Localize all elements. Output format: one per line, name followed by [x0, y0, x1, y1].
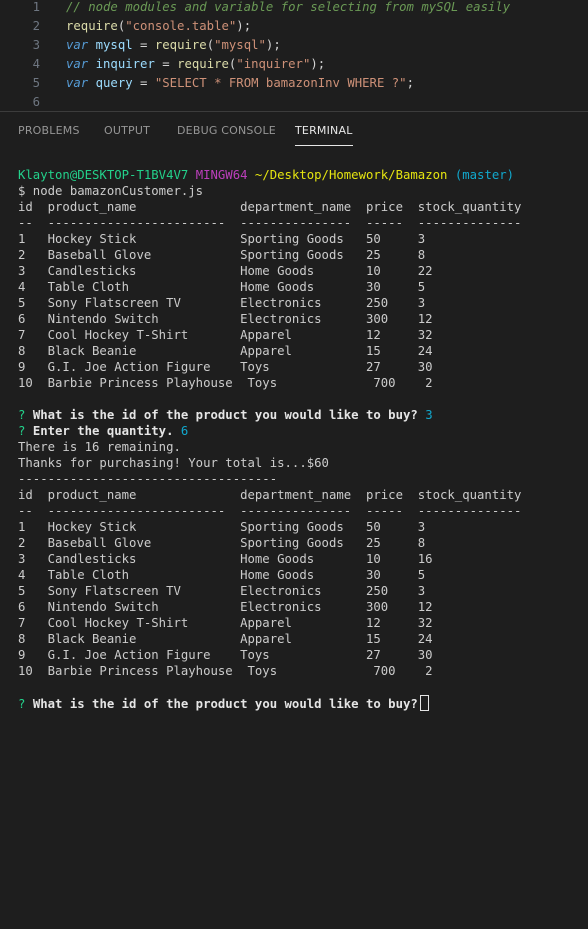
question-text: Enter the quantity.: [32, 424, 174, 438]
prompt-shell: MINGW64: [195, 168, 248, 182]
code-editor[interactable]: 1 // node modules and variable for select…: [0, 0, 588, 111]
table-row: 3 Candlesticks Home Goods 10 16: [18, 552, 433, 566]
question-id-active[interactable]: ? What is the id of the product you woul…: [18, 695, 588, 711]
code-line[interactable]: 2 require("console.table");: [0, 17, 588, 36]
table-row: 8 Black Beanie Apparel 15 24: [18, 344, 433, 358]
code-token: // node modules and variable for selecti…: [66, 0, 511, 14]
code-text: // node modules and variable for selecti…: [66, 0, 510, 17]
code-line[interactable]: 3 var mysql = require("mysql");: [0, 36, 588, 55]
thanks-message: Thanks for purchasing! Your total is...$…: [18, 456, 329, 470]
code-token: var: [66, 76, 89, 90]
code-token: mysql: [88, 38, 141, 52]
divider-line: -----------------------------------: [18, 472, 278, 486]
table-header: id product_name department_name price st…: [18, 488, 522, 502]
code-token: "SELECT * FROM bamazonInv WHERE ?": [154, 76, 407, 90]
tab-terminal[interactable]: TERMINAL: [295, 112, 353, 150]
code-text: var mysql = require("mysql");: [66, 36, 281, 55]
code-token: );: [265, 38, 281, 52]
code-token: );: [236, 19, 252, 33]
table-row: 8 Black Beanie Apparel 15 24: [18, 632, 433, 646]
line-number: 6: [32, 95, 40, 109]
shell-prompt: Klayton@DESKTOP-T1BV4V7 MINGW64 ~/Deskto…: [18, 167, 588, 183]
question-text: What is the id of the product you would …: [32, 408, 418, 422]
table-row: 3 Candlesticks Home Goods 10 22: [18, 264, 433, 278]
answer-id: 3: [425, 408, 433, 422]
line-number: 1: [32, 0, 40, 14]
line-number: 3: [32, 38, 40, 52]
tab-output[interactable]: OUTPUT: [104, 112, 150, 150]
prompt-user-host: Klayton@DESKTOP-T1BV4V7: [18, 168, 189, 182]
code-token: "mysql": [214, 38, 266, 52]
table-row: 4 Table Cloth Home Goods 30 5: [18, 568, 426, 582]
code-token: require: [66, 19, 118, 33]
table-row: 2 Baseball Glove Sporting Goods 25 8: [18, 536, 426, 550]
table-rule: -- ------------------------ ------------…: [18, 504, 522, 518]
remaining-message: There is 16 remaining.: [18, 440, 181, 454]
table-row: 7 Cool Hockey T-Shirt Apparel 12 32: [18, 616, 433, 630]
code-token: query: [88, 76, 141, 90]
table-row: 1 Hockey Stick Sporting Goods 50 3: [18, 520, 426, 534]
question-mark-icon: ?: [18, 408, 26, 422]
line-number: 5: [32, 76, 40, 90]
table-row: 7 Cool Hockey T-Shirt Apparel 12 32: [18, 328, 433, 342]
table-row: 6 Nintendo Switch Electronics 300 12: [18, 312, 433, 326]
code-text: var inquirer = require("inquirer");: [66, 55, 325, 74]
code-line[interactable]: 5 var query = "SELECT * FROM bamazonInv W…: [0, 74, 588, 93]
table-row: 9 G.I. Joe Action Figure Toys 27 30: [18, 360, 433, 374]
table-row: 6 Nintendo Switch Electronics 300 12: [18, 600, 433, 614]
prompt-path: ~/Desktop/Homework/Bamazon: [254, 168, 448, 182]
table-row: 5 Sony Flatscreen TV Electronics 250 3: [18, 584, 426, 598]
code-token: var: [66, 57, 89, 71]
question-text: What is the id of the product you would …: [32, 697, 418, 711]
code-token: =: [162, 57, 178, 71]
answer-quantity: 6: [180, 424, 189, 438]
table-row: 9 G.I. Joe Action Figure Toys 27 30: [18, 648, 433, 662]
code-token: inquirer: [88, 57, 163, 71]
code-token: (: [206, 38, 215, 52]
code-token: "console.table": [125, 19, 237, 33]
code-line[interactable]: 6: [0, 93, 588, 112]
code-line[interactable]: 4 var inquirer = require("inquirer");: [0, 55, 588, 74]
inventory-table-2: 1 Hockey Stick Sporting Goods 50 3 2 Base…: [18, 519, 588, 679]
table-header: id product_name department_name price st…: [18, 200, 522, 214]
table-row: 10 Barbie Princess Playhouse Toys 700 2: [18, 376, 433, 390]
code-token: );: [310, 57, 326, 71]
code-token: require: [154, 38, 207, 52]
code-text: require("console.table");: [66, 17, 251, 36]
command-line: $ node bamazonCustomer.js: [18, 184, 204, 198]
code-token: =: [140, 76, 155, 90]
prompt-branch: (master): [454, 168, 515, 182]
question-id: ? What is the id of the product you woul…: [18, 407, 588, 423]
code-token: "inquirer": [236, 57, 311, 71]
code-token: require: [177, 57, 229, 71]
question-quantity: ? Enter the quantity. 6: [18, 423, 588, 439]
table-row: 4 Table Cloth Home Goods 30 5: [18, 280, 426, 294]
line-number: 2: [32, 19, 40, 33]
terminal-cursor[interactable]: [419, 695, 429, 711]
code-text: var query = "SELECT * FROM bamazonInv WH…: [66, 74, 414, 93]
question-mark-icon: ?: [18, 424, 26, 438]
table-row: 1 Hockey Stick Sporting Goods 50 3: [18, 232, 426, 246]
code-token: ;: [406, 76, 414, 90]
panel-tabs: PROBLEMS OUTPUT DEBUG CONSOLE TERMINAL: [0, 112, 588, 150]
code-line[interactable]: 1 // node modules and variable for select…: [0, 0, 588, 17]
code-token: var: [66, 38, 89, 52]
line-number: 4: [32, 57, 40, 71]
question-mark-icon: ?: [18, 697, 26, 711]
table-rule: -- ------------------------ ------------…: [18, 216, 522, 230]
code-token: =: [140, 38, 155, 52]
table-row: 5 Sony Flatscreen TV Electronics 250 3: [18, 296, 426, 310]
table-row: 2 Baseball Glove Sporting Goods 25 8: [18, 248, 426, 262]
tab-debug-console[interactable]: DEBUG CONSOLE: [177, 112, 276, 150]
table-row: 10 Barbie Princess Playhouse Toys 700 2: [18, 664, 433, 678]
inventory-table-1: 1 Hockey Stick Sporting Goods 50 3 2 Base…: [18, 231, 588, 391]
terminal-output[interactable]: Klayton@DESKTOP-T1BV4V7 MINGW64 ~/Deskto…: [18, 167, 588, 711]
tab-problems[interactable]: PROBLEMS: [18, 112, 80, 150]
